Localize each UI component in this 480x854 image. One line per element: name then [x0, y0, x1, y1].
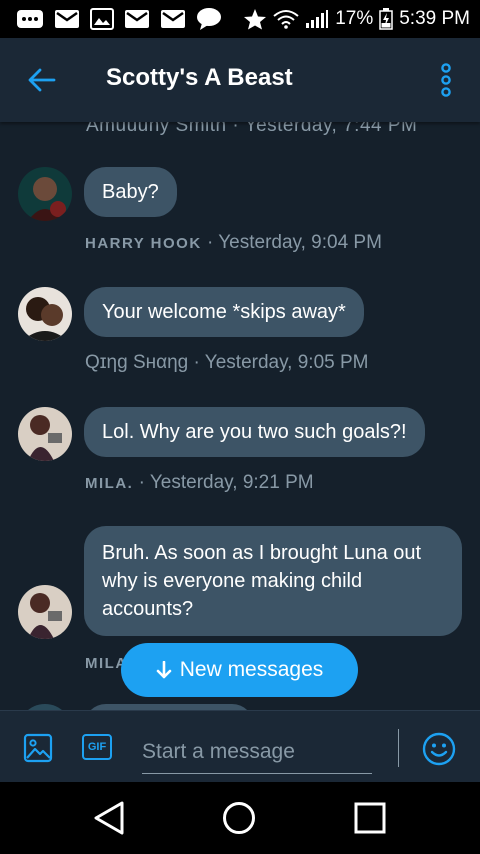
nav-recents-button[interactable] [354, 802, 386, 834]
message-meta: HARRY HOOK · Yesterday, 9:04 PM [85, 232, 382, 254]
new-messages-label: New messages [179, 658, 324, 681]
chat-bubble-icon [196, 7, 222, 31]
back-arrow-icon [28, 68, 56, 92]
status-bar: 17% 5:39 PM [0, 0, 480, 38]
battery-percent: 17% [335, 8, 374, 29]
nav-back-button[interactable] [92, 800, 126, 836]
emoji-icon [422, 732, 456, 766]
battery-icon [379, 8, 393, 30]
message-composer: GIF [0, 710, 480, 782]
sender-name[interactable]: Qɪηg Sнαηg [85, 352, 188, 373]
star-icon [243, 8, 267, 30]
message-time: · Yesterday, 9:21 PM [133, 472, 314, 493]
nav-home-icon [223, 802, 255, 834]
message-bubble[interactable]: Your welcome *skips away* [84, 287, 364, 337]
avatar[interactable] [18, 287, 72, 341]
message-list[interactable]: Amuuuhy Smith · Yesterday, 7:44 PM Baby?… [0, 122, 480, 710]
conversation-header: Scotty's A Beast [0, 38, 480, 122]
message-bubble[interactable]: Bruh. As soon as I brought Luna out why … [84, 526, 462, 636]
status-system: 17% 5:39 PM [243, 8, 470, 30]
image-icon [23, 733, 53, 763]
more-options-button[interactable] [438, 62, 454, 98]
message-meta-partial: Amuuuhy Smith · Yesterday, 7:44 PM [86, 122, 418, 136]
clock: 5:39 PM [399, 8, 470, 29]
sender-name[interactable]: MILA. [85, 475, 133, 492]
message-bubble[interactable]: Baby? [84, 167, 177, 217]
avatar[interactable] [18, 585, 72, 639]
gif-icon: GIF [87, 741, 107, 753]
notification-icon [16, 8, 44, 30]
signal-icon [305, 9, 329, 29]
wifi-icon [273, 9, 299, 29]
system-nav-bar [0, 782, 480, 854]
message-time: · Yesterday, 9:05 PM [188, 352, 369, 373]
gif-button[interactable]: GIF [82, 734, 112, 760]
sender-name[interactable]: HARRY HOOK [85, 235, 202, 252]
new-messages-button[interactable]: New messages [121, 643, 358, 697]
mail-icon [160, 9, 186, 29]
composer-divider [398, 729, 399, 767]
nav-back-icon [94, 801, 124, 835]
more-vertical-icon [441, 63, 451, 97]
mail-icon [54, 9, 80, 29]
arrow-down-icon [156, 661, 172, 679]
back-button[interactable] [26, 65, 58, 95]
message-meta: MILA. · Yesterday, 9:21 PM [85, 472, 314, 494]
mail-icon [124, 9, 150, 29]
emoji-button[interactable] [422, 732, 456, 766]
message-meta: Qɪηg Sнαηg · Yesterday, 9:05 PM [85, 352, 369, 374]
message-bubble[interactable]: Lol. Why are you two such goals?! [84, 407, 425, 457]
status-notifications [16, 7, 222, 31]
conversation-title: Scotty's A Beast [106, 64, 293, 91]
avatar[interactable] [18, 407, 72, 461]
image-icon [90, 8, 114, 30]
message-time: · Yesterday, 9:04 PM [201, 232, 382, 253]
avatar[interactable] [18, 167, 72, 221]
message-input[interactable] [142, 731, 372, 774]
nav-recents-icon [354, 802, 386, 834]
add-photo-button[interactable] [23, 733, 53, 763]
nav-home-button[interactable] [222, 801, 256, 835]
